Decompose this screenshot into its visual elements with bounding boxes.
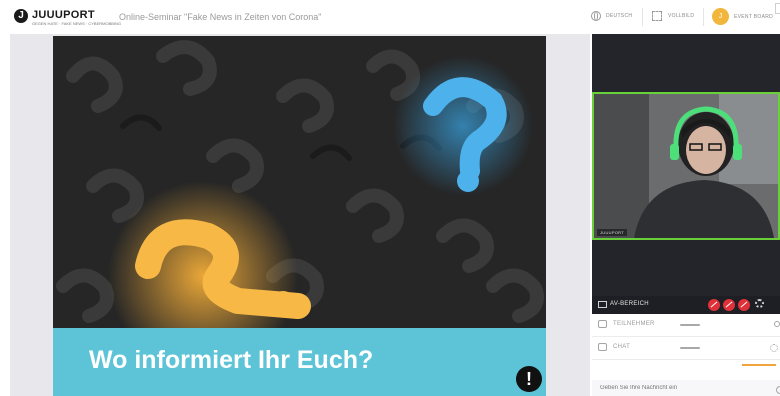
chat-input[interactable] [592,380,780,396]
fullscreen-button[interactable]: VOLLBILD [652,11,694,21]
participants-row[interactable]: TEILNEHMER [592,314,780,337]
divider [642,8,643,26]
avatar: J [712,8,729,25]
unread-indicator [742,364,776,366]
gear-icon[interactable] [755,299,764,308]
event-board-button[interactable]: J EVENT BOARD [712,8,773,25]
logo-mark: J [14,9,28,23]
fullscreen-icon [652,11,662,21]
slide-image [53,36,546,328]
speaker-video[interactable]: JUUUPORT [592,92,780,240]
slide-caption: Wo informiert Ihr Euch? [89,346,374,374]
video-name-tag: JUUUPORT [597,229,628,236]
globe-icon [591,11,601,21]
presentation-slide: Wo informiert Ihr Euch? ! [53,36,546,396]
camera-icon [598,301,607,308]
participants-label: TEILNEHMER [613,321,655,327]
event-board-label: EVENT BOARD [734,13,774,20]
mic-off-icon[interactable] [723,299,735,311]
speaker-video-frame [594,94,778,238]
collapse-handle [680,324,700,326]
logo-name: JUUUPORT [32,9,95,21]
logo-tagline: GEGEN HATE · FAKE NEWS · CYBERMOBBING [32,21,122,26]
expand-icon[interactable] [775,3,780,14]
participants-icon [598,320,607,328]
juuuport-logo[interactable]: J JUUUPORT GEGEN HATE · FAKE NEWS · CYBE… [14,9,121,26]
chat-row[interactable]: CHAT [592,337,780,360]
side-panel: TEILNEHMER CHAT [592,314,780,396]
collapse-handle [680,347,700,349]
language-button[interactable]: DEUTSCH [591,11,632,21]
fullscreen-label: VOLLBILD [668,13,695,19]
chat-settings-icon[interactable] [770,344,778,352]
chat-icon [598,343,607,351]
av-label: AV-BEREICH [610,301,649,307]
chat-label: CHAT [613,344,631,350]
emoji-icon[interactable] [776,386,780,394]
search-icon[interactable] [774,321,780,327]
slide-caption-band: Wo informiert Ihr Euch? ! [53,328,546,396]
divider [703,8,704,26]
language-label: DEUTSCH [606,13,633,19]
video-off-icon[interactable] [708,299,720,311]
av-bar: AV-BEREICH [592,296,780,314]
exclamation-icon: ! [516,366,542,392]
audio-off-icon[interactable] [738,299,750,311]
event-title: Online-Seminar "Fake News in Zeiten von … [119,12,322,22]
top-bar: J JUUUPORT GEGEN HATE · FAKE NEWS · CYBE… [0,0,780,34]
